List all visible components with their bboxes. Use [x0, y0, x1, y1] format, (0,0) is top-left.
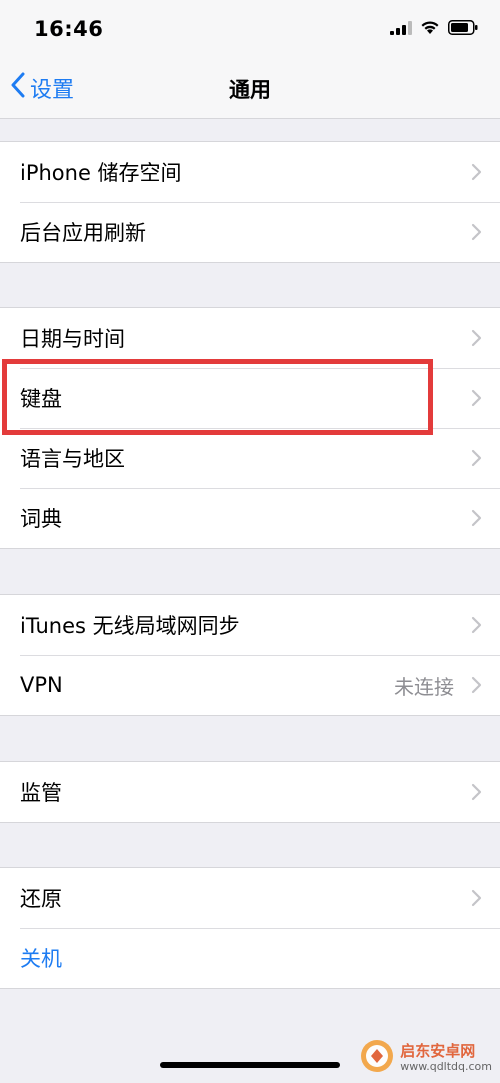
- list-item-label: 日期与时间: [20, 327, 125, 351]
- list-item-label: 监管: [20, 781, 62, 805]
- list-item-label: 词典: [20, 507, 62, 531]
- chevron-right-icon: [471, 223, 482, 245]
- chevron-right-icon: [471, 676, 482, 698]
- page-title: 通用: [229, 78, 271, 102]
- watermark: 启东安卓网 www.qdltdq.com: [360, 1039, 492, 1077]
- chevron-right-icon: [471, 389, 482, 411]
- list-item-label: iPhone 储存空间: [20, 161, 182, 185]
- vpn-status-value: 未连接: [394, 674, 454, 699]
- chevron-right-icon: [471, 889, 482, 911]
- list-item-language-region[interactable]: 语言与地区: [0, 428, 500, 488]
- shut-down-button[interactable]: 关机: [0, 928, 500, 988]
- chevron-right-icon: [471, 449, 482, 471]
- list-item-label: iTunes 无线局域网同步: [20, 614, 240, 638]
- list-item-date-time[interactable]: 日期与时间: [0, 308, 500, 368]
- settings-group-storage: iPhone 储存空间 后台应用刷新: [0, 141, 500, 263]
- list-item-keyboard[interactable]: 键盘: [0, 368, 500, 428]
- home-indicator: [160, 1062, 340, 1068]
- battery-icon: [448, 20, 478, 39]
- status-icons: [390, 20, 478, 39]
- list-item-label: 还原: [20, 887, 62, 911]
- list-item-label: 键盘: [20, 387, 62, 411]
- chevron-right-icon: [471, 329, 482, 351]
- settings-group-reset: 还原 关机: [0, 867, 500, 989]
- chevron-right-icon: [471, 163, 482, 185]
- chevron-right-icon: [471, 783, 482, 805]
- settings-group-supervision: 监管: [0, 761, 500, 823]
- list-item-iphone-storage[interactable]: iPhone 储存空间: [0, 142, 500, 202]
- list-item-dictionary[interactable]: 词典: [0, 488, 500, 548]
- list-item-supervision[interactable]: 监管: [0, 762, 500, 822]
- navigation-bar: 设置 通用: [0, 56, 500, 119]
- list-item-vpn[interactable]: VPN 未连接: [0, 655, 500, 715]
- list-item-background-app-refresh[interactable]: 后台应用刷新: [0, 202, 500, 262]
- status-bar: 16:46: [0, 0, 500, 56]
- watermark-name: 启东安卓网: [400, 1042, 476, 1060]
- chevron-right-icon: [471, 509, 482, 531]
- list-item-itunes-wifi-sync[interactable]: iTunes 无线局域网同步: [0, 595, 500, 655]
- list-item-label: VPN: [20, 673, 63, 697]
- list-item-label: 后台应用刷新: [20, 221, 146, 245]
- status-time: 16:46: [34, 17, 104, 41]
- watermark-url: www.qdltdq.com: [400, 1060, 492, 1073]
- list-item-label: 语言与地区: [20, 447, 125, 471]
- cellular-signal-icon: [390, 20, 412, 39]
- watermark-text: 启东安卓网 www.qdltdq.com: [400, 1042, 492, 1074]
- chevron-right-icon: [471, 616, 482, 638]
- watermark-logo-icon: [360, 1039, 394, 1077]
- shut-down-label: 关机: [20, 947, 62, 971]
- settings-group-input: 日期与时间 键盘 语言与地区 词典: [0, 307, 500, 549]
- wifi-icon: [420, 20, 440, 39]
- list-item-reset[interactable]: 还原: [0, 868, 500, 928]
- settings-group-network: iTunes 无线局域网同步 VPN 未连接: [0, 594, 500, 716]
